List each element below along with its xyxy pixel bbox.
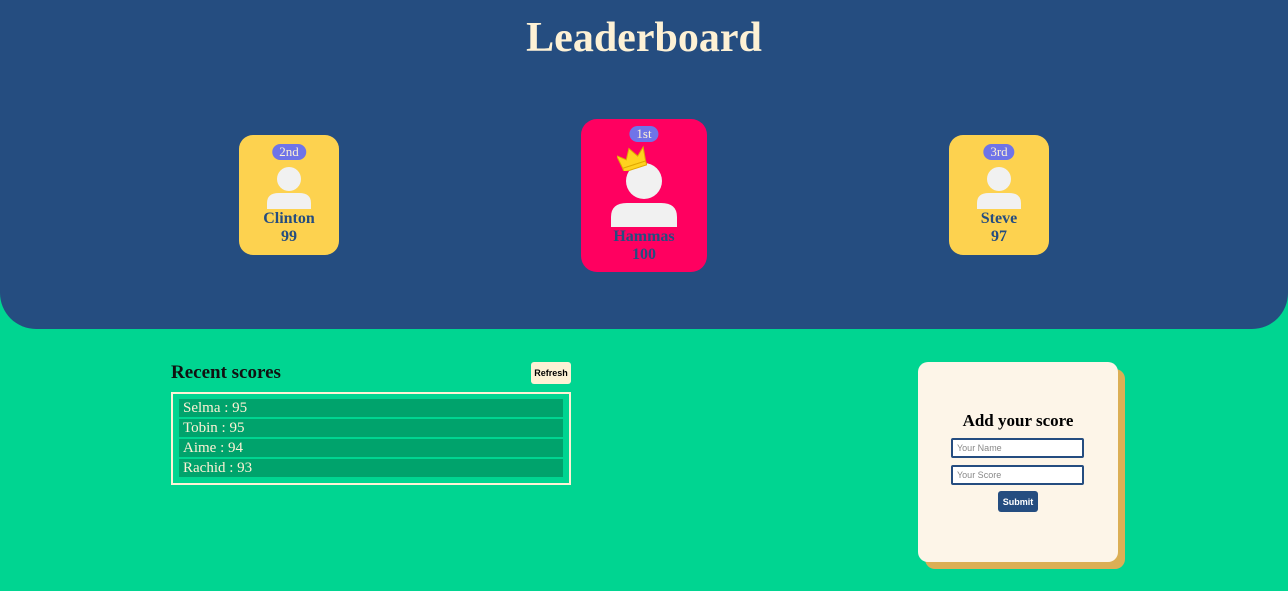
list-item: Aime : 94: [179, 439, 563, 457]
recent-scores-list: Selma : 95 Tobin : 95 Aime : 94 Rachid :…: [171, 392, 571, 485]
list-item: Tobin : 95: [179, 419, 563, 437]
crown-icon: [615, 145, 648, 173]
rank-badge: 1st: [629, 126, 659, 142]
player-name: Steve: [980, 210, 1018, 227]
rank-badge: 2nd: [272, 144, 306, 160]
user-avatar-icon: [267, 167, 311, 209]
list-item: Rachid : 93: [179, 459, 563, 477]
user-avatar-icon: [611, 163, 677, 227]
recent-scores-title: Recent scores: [171, 362, 281, 383]
leaderboard-header: Leaderboard 2nd Clinton 99 1st Hammas 10…: [0, 0, 1288, 329]
score-input[interactable]: [951, 465, 1084, 485]
form-title: Add your score: [962, 411, 1074, 430]
name-input[interactable]: [951, 438, 1084, 458]
add-score-form: Add your score Submit: [918, 362, 1118, 562]
player-score: 100: [632, 246, 656, 263]
player-name: Hammas: [613, 228, 675, 245]
list-item: Selma : 95: [179, 399, 563, 417]
page-title: Leaderboard: [526, 15, 762, 61]
podium-card-second: 2nd Clinton 99: [239, 135, 339, 255]
refresh-button[interactable]: Refresh: [531, 362, 571, 384]
podium-card-first: 1st Hammas 100: [581, 119, 707, 272]
player-name: Clinton: [263, 210, 315, 227]
user-avatar-icon: [977, 167, 1021, 209]
submit-button[interactable]: Submit: [998, 491, 1038, 512]
podium-card-third: 3rd Steve 97: [949, 135, 1049, 255]
player-score: 99: [281, 228, 297, 245]
player-score: 97: [991, 228, 1007, 245]
rank-badge: 3rd: [983, 144, 1015, 160]
